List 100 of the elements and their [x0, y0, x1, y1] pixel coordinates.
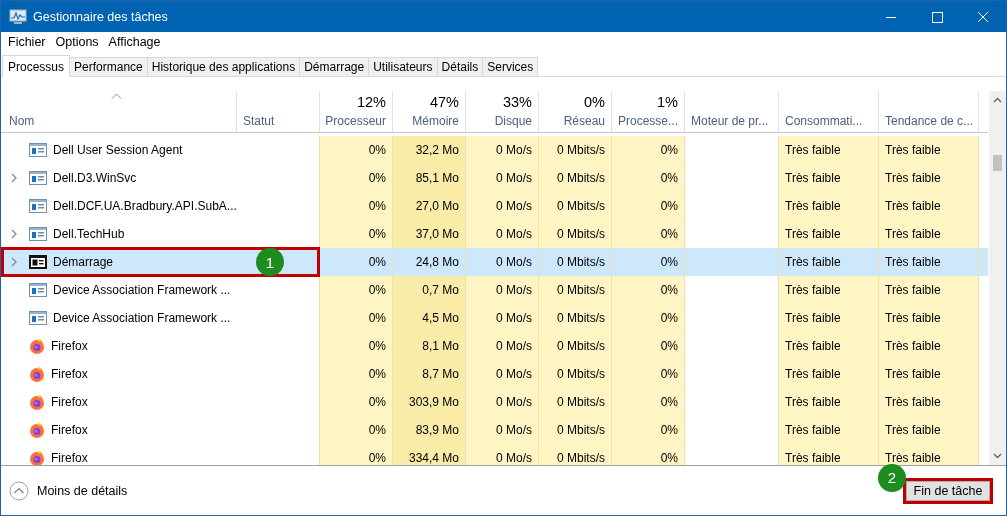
collapse-circle-icon[interactable]: [9, 480, 29, 501]
app-window-icon: [29, 255, 47, 269]
process-name: Démarrage: [53, 255, 114, 269]
monitor-icon: [9, 8, 27, 25]
process-name: Firefox: [51, 395, 88, 409]
chevron-right-icon[interactable]: [11, 257, 17, 267]
table-cell: 0 Mbits/s: [557, 171, 605, 185]
table-cell: 0,7 Mo: [422, 283, 459, 297]
column-header[interactable]: Disque: [494, 114, 532, 128]
scrollbar[interactable]: [989, 91, 1006, 465]
column-total: 33%: [502, 94, 532, 110]
table-cell: Très faible: [785, 423, 841, 437]
table-cell: 0 Mbits/s: [557, 199, 605, 213]
process-name: Device Association Framework ...: [53, 283, 231, 297]
tab[interactable]: Détails: [436, 57, 484, 76]
table-cell: Très faible: [885, 311, 941, 325]
app-window-icon: [29, 227, 47, 241]
table-cell: 0 Mo/s: [496, 451, 532, 465]
table-cell: 8,7 Mo: [422, 367, 459, 381]
chevron-right-icon[interactable]: [11, 229, 17, 239]
process-name: Dell User Session Agent: [53, 143, 183, 157]
table-cell: 0%: [660, 311, 678, 325]
table-cell: Très faible: [885, 283, 941, 297]
column-total: 0%: [584, 94, 605, 110]
app-window-icon: [29, 311, 47, 325]
table-cell: 0 Mo/s: [496, 199, 532, 213]
column-header[interactable]: Processeur: [325, 114, 386, 128]
column-header[interactable]: Processe...: [617, 114, 678, 128]
table-cell: 0 Mbits/s: [557, 367, 605, 381]
table-cell: 37,0 Mo: [415, 227, 459, 241]
table-cell: 0%: [660, 199, 678, 213]
table-cell: 0%: [368, 283, 386, 297]
table-cell: Très faible: [785, 395, 841, 409]
column-total: 12%: [356, 94, 386, 110]
tab[interactable]: Processus: [2, 55, 71, 77]
end-task-button[interactable]: Fin de tâche: [906, 480, 990, 501]
table-cell: 0 Mbits/s: [557, 311, 605, 325]
process-name: Dell.DCF.UA.Bradbury.API.SubA...: [53, 199, 237, 213]
process-name: Firefox: [51, 423, 88, 437]
menu-item[interactable]: Options: [50, 34, 104, 49]
table-cell: 0 Mo/s: [496, 311, 532, 325]
table-cell: 0%: [660, 395, 678, 409]
tab[interactable]: Utilisateurs: [368, 57, 438, 76]
column-header[interactable]: Nom: [9, 114, 35, 128]
table-cell: 0%: [368, 311, 386, 325]
process-name: Firefox: [51, 367, 88, 381]
table-cell: Très faible: [885, 143, 941, 157]
table-cell: Très faible: [785, 255, 841, 269]
table-cell: 85,1 Mo: [415, 171, 459, 185]
table-cell: 83,9 Mo: [415, 423, 459, 437]
table-cell: 0%: [368, 367, 386, 381]
scroll-down-icon[interactable]: [993, 453, 1002, 459]
table-cell: 0 Mo/s: [496, 255, 532, 269]
table-cell: 0 Mo/s: [496, 171, 532, 185]
fox-globe-icon: [29, 394, 45, 410]
table-cell: 32,2 Mo: [415, 143, 459, 157]
table-cell: Très faible: [785, 339, 841, 353]
scroll-thumb[interactable]: [993, 155, 1002, 171]
table-cell: 0%: [660, 367, 678, 381]
table-cell: Très faible: [885, 395, 941, 409]
column-header[interactable]: Moteur de pr...: [691, 114, 769, 128]
table-cell: Très faible: [885, 367, 941, 381]
column-header[interactable]: Mémoire: [412, 114, 459, 128]
table-cell: 0%: [660, 451, 678, 465]
window-title: Gestionnaire des tâches: [33, 9, 168, 24]
fewer-details-link[interactable]: Moins de détails: [37, 483, 128, 498]
table-cell: Très faible: [785, 451, 841, 465]
menu-item[interactable]: Affichage: [103, 34, 166, 49]
process-name: Dell.D3.WinSvc: [53, 171, 137, 185]
chevron-right-icon[interactable]: [11, 173, 17, 183]
table-cell: Très faible: [785, 367, 841, 381]
table-cell: 0%: [368, 171, 386, 185]
table-cell: 0%: [368, 451, 386, 465]
column-header[interactable]: Réseau: [563, 114, 605, 128]
table-cell: 0 Mo/s: [496, 227, 532, 241]
table-cell: 0%: [660, 143, 678, 157]
column-header[interactable]: Consommati...: [785, 114, 863, 128]
scroll-up-icon[interactable]: [993, 97, 1002, 103]
column-header[interactable]: Tendance de c...: [885, 114, 974, 128]
menu-item[interactable]: Fichier: [3, 34, 51, 49]
fox-globe-icon: [29, 450, 45, 465]
table-cell: Très faible: [885, 171, 941, 185]
column-header[interactable]: Statut: [243, 114, 275, 128]
table-cell: Très faible: [885, 227, 941, 241]
app-window-icon: [29, 283, 47, 297]
tab[interactable]: Historique des applications: [146, 57, 301, 76]
table-cell: 0%: [368, 227, 386, 241]
tab[interactable]: Services: [482, 57, 539, 76]
table-cell: Très faible: [785, 199, 841, 213]
table-cell: 0 Mbits/s: [557, 451, 605, 465]
table-cell: 0 Mbits/s: [557, 143, 605, 157]
table-cell: 0%: [660, 339, 678, 353]
table-cell: 4,5 Mo: [422, 311, 459, 325]
app-window-icon: [29, 199, 47, 213]
process-name: Firefox: [51, 339, 88, 353]
tab[interactable]: Démarrage: [299, 57, 370, 76]
step-badge: 2: [878, 463, 906, 492]
table-cell: Très faible: [885, 255, 941, 269]
table-cell: Très faible: [885, 339, 941, 353]
tab[interactable]: Performance: [69, 57, 148, 76]
